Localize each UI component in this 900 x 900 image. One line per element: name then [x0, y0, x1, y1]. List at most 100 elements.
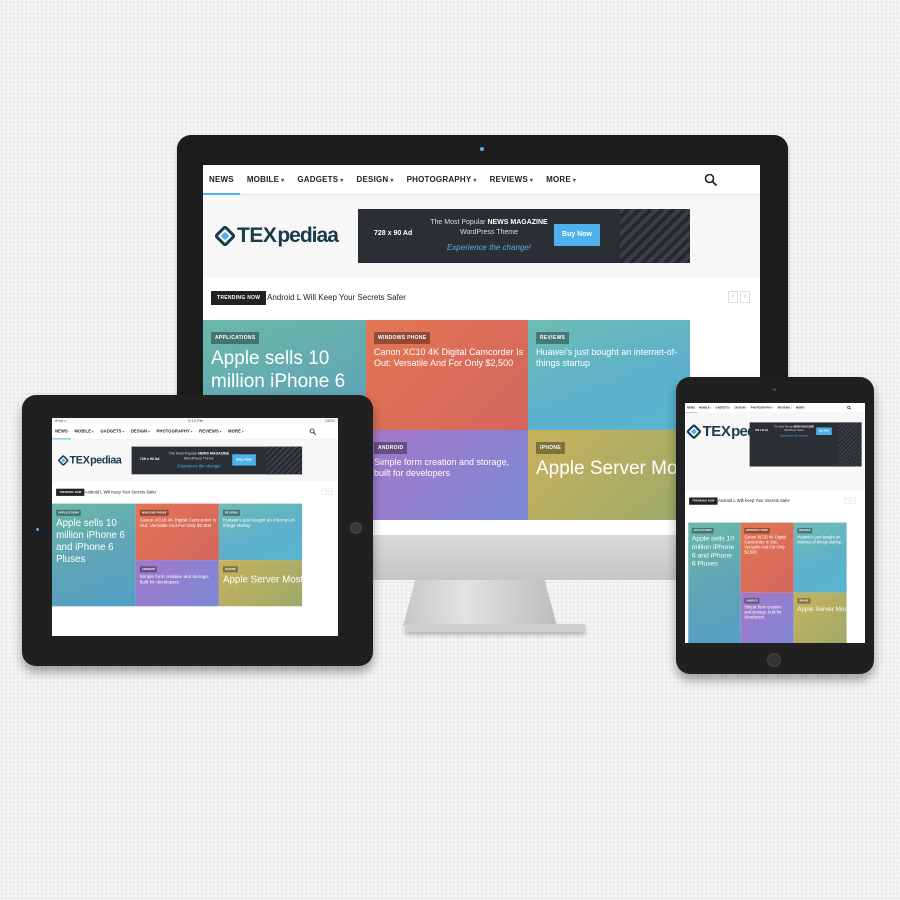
trending-next-button[interactable]: ›: [850, 497, 856, 504]
tile-category[interactable]: IPHONE: [797, 598, 811, 604]
nav-item-reviews[interactable]: REVIEWS▾: [199, 424, 221, 439]
nav-item-news[interactable]: NEWS: [52, 424, 71, 440]
tile-category[interactable]: IPHONE: [222, 566, 238, 573]
tile-title[interactable]: Apple sells 10 million iPhone 6 and iPho…: [692, 535, 737, 568]
trending-next-button[interactable]: ›: [740, 291, 750, 303]
tile-category[interactable]: REVIEWS: [222, 509, 241, 516]
tile-title[interactable]: Apple Server Most: [536, 457, 690, 480]
featured-tile[interactable]: IPHONE Apple Server Most: [528, 430, 690, 520]
trending-headline[interactable]: Android L Will Keep Your Secrets Safer: [267, 291, 406, 305]
tile-category[interactable]: APPLICATIONS: [56, 509, 81, 516]
search-icon[interactable]: [309, 428, 317, 435]
nav-item-mobile[interactable]: MOBILE▾: [74, 424, 93, 439]
tile-title[interactable]: Canon XC10 4K Digital Camcorder Is Out: …: [744, 535, 789, 555]
tile-category[interactable]: ANDROID: [374, 442, 408, 454]
nav-item-gadgets[interactable]: GADGETS▾: [715, 403, 730, 413]
trending-next-button[interactable]: ›: [327, 488, 333, 495]
tile-title[interactable]: Simple form creation and storage, built …: [374, 457, 524, 479]
featured-tile[interactable]: APPLICATIONS Apple sells 10 million iPho…: [52, 503, 136, 607]
nav-item-reviews[interactable]: REVIEWS▾: [778, 403, 792, 413]
featured-tile[interactable]: IPHONE Apple Server Most: [218, 560, 303, 607]
nav-item-news[interactable]: NEWS: [685, 403, 697, 413]
tile-title[interactable]: Huawei's just bought an internet-of-thin…: [536, 347, 686, 369]
site-logo[interactable]: TEX pediaa: [213, 223, 339, 249]
ad-buy-now-button[interactable]: Buy Now: [816, 427, 832, 435]
website-phone: NEWS MOBILE▾ GADGETS▾ DESIGN▾ PHOTOGRAPHY▾ RE…: [685, 403, 865, 643]
nav-item-label: PHOTOGRAPHY: [156, 428, 190, 434]
nav-item-gadgets[interactable]: GADGETS▾: [100, 424, 124, 439]
tablet-home-button[interactable]: [350, 522, 362, 534]
featured-tile[interactable]: REVIEWS Huawei's just bought an internet…: [528, 320, 690, 430]
ad-banner[interactable]: 728 x 90 Ad The Most Popular NEWS MAGAZI…: [358, 209, 690, 263]
tile-title[interactable]: Canon XC10 4K Digital Camcorder Is Out: …: [374, 347, 524, 369]
nav-item-photography[interactable]: PHOTOGRAPHY▾: [751, 403, 774, 413]
ad-decoration: [620, 209, 690, 263]
featured-tile[interactable]: ANDROID Simple form creation and storage…: [366, 430, 528, 520]
tile-title[interactable]: Apple Server Most: [797, 605, 846, 613]
nav-item-mobile[interactable]: MOBILE▾: [699, 403, 711, 413]
ad-headline-prefix: The Most Popular: [168, 451, 199, 456]
chevron-down-icon: ▾: [122, 430, 125, 434]
featured-tile[interactable]: REVIEWS Huawei's just bought an internet…: [793, 522, 847, 593]
tile-category[interactable]: WINDOWS PHONE: [744, 528, 770, 534]
nav-item-label: MORE: [795, 406, 804, 409]
trending-headline[interactable]: Android L Will Keep Your Secrets Safer: [718, 498, 790, 505]
nav-item-label: REVIEWS: [489, 174, 528, 184]
ad-banner[interactable]: 728 x 90 Ad The Most Popular NEWS MAGAZI…: [749, 422, 862, 467]
nav-item-news[interactable]: NEWS: [203, 165, 240, 195]
tile-category[interactable]: WINDOWS PHONE: [139, 509, 169, 516]
nav-item-photography[interactable]: PHOTOGRAPHY▾: [157, 424, 193, 439]
trending-headline[interactable]: Android L Will Keep Your Secrets Safer: [85, 489, 156, 496]
chevron-down-icon: ▾: [390, 177, 394, 184]
nav-item-design[interactable]: DESIGN▾: [357, 165, 394, 195]
tile-title[interactable]: Huawei's just bought an internet-of-thin…: [223, 517, 300, 528]
featured-tile[interactable]: ANDROID Simple form creation and storage…: [740, 592, 794, 643]
tile-category[interactable]: APPLICATIONS: [691, 528, 714, 534]
tile-category[interactable]: WINDOWS PHONE: [374, 332, 431, 344]
tile-category[interactable]: APPLICATIONS: [211, 332, 260, 344]
tile-category[interactable]: IPHONE: [536, 442, 565, 454]
tile-title[interactable]: Canon XC10 4K Digital Camcorder Is Out: …: [140, 517, 217, 528]
tile-category[interactable]: REVIEWS: [536, 332, 570, 344]
ad-banner[interactable]: 728 x 90 Ad The Most Popular NEWS MAGAZI…: [131, 446, 303, 475]
tile-title[interactable]: Simple form creation and storage, built …: [744, 605, 789, 620]
trending-prev-button[interactable]: ‹: [844, 497, 850, 504]
trending-prev-button[interactable]: ‹: [321, 488, 327, 495]
site-logo[interactable]: TEX pediaa: [57, 454, 122, 467]
featured-tile[interactable]: REVIEWS Huawei's just bought an internet…: [218, 503, 303, 561]
ad-buy-now-button[interactable]: Buy Now: [554, 224, 600, 246]
tile-title[interactable]: Huawei's just bought an internet-of-thin…: [797, 535, 842, 545]
ad-tagline: Experience the change!: [177, 464, 221, 469]
nav-item-photography[interactable]: PHOTOGRAPHY▾: [407, 165, 477, 195]
nav-item-design[interactable]: DESIGN▾: [131, 424, 150, 439]
featured-tile[interactable]: WINDOWS PHONE Canon XC10 4K Digital Camc…: [366, 320, 528, 430]
phone-home-button[interactable]: [767, 653, 781, 667]
featured-tile[interactable]: IPHONE Apple Server Most: [793, 592, 847, 643]
tile-category[interactable]: ANDROID: [139, 566, 157, 573]
phone-screen: NEWS MOBILE▾ GADGETS▾ DESIGN▾ PHOTOGRAPHY▾ RE…: [685, 403, 865, 643]
search-icon[interactable]: [847, 405, 852, 411]
ad-headline: The Most Popular NEWS MAGAZINE: [165, 452, 232, 456]
featured-tile[interactable]: WINDOWS PHONE Canon XC10 4K Digital Camc…: [740, 522, 794, 593]
tile-category[interactable]: REVIEWS: [797, 528, 813, 534]
nav-item-design[interactable]: DESIGN▾: [735, 403, 747, 413]
trending-prev-button[interactable]: ‹: [728, 291, 738, 303]
chevron-down-icon: ▾: [340, 177, 344, 184]
search-icon[interactable]: [704, 173, 718, 187]
nav-item-mobile[interactable]: MOBILE▾: [247, 165, 285, 195]
featured-tile[interactable]: ANDROID Simple form creation and storage…: [135, 560, 219, 607]
ad-tagline: Experience the change!: [446, 243, 532, 252]
nav-item-more[interactable]: MORE▾: [228, 424, 243, 439]
nav-item-more[interactable]: MORE▾: [796, 403, 806, 413]
nav-item-more[interactable]: MORE▾: [546, 165, 576, 195]
ad-buy-now-button[interactable]: Buy Now: [232, 454, 256, 466]
nav-item-gadgets[interactable]: GADGETS▾: [297, 165, 343, 195]
featured-tile[interactable]: WINDOWS PHONE Canon XC10 4K Digital Camc…: [135, 503, 219, 561]
nav-item-reviews[interactable]: REVIEWS▾: [490, 165, 534, 195]
tile-title[interactable]: Simple form creation and storage, built …: [140, 574, 217, 585]
tile-category[interactable]: ANDROID: [744, 598, 760, 604]
main-nav: NEWSMOBILE▾GADGETS▾DESIGN▾PHOTOGRAPHY▾RE…: [52, 424, 338, 440]
featured-tile[interactable]: APPLICATIONS Apple sells 10 million iPho…: [688, 522, 741, 643]
tile-title[interactable]: Apple sells 10 million iPhone 6 and iPho…: [56, 517, 132, 565]
tile-title[interactable]: Apple Server Most: [223, 574, 302, 586]
